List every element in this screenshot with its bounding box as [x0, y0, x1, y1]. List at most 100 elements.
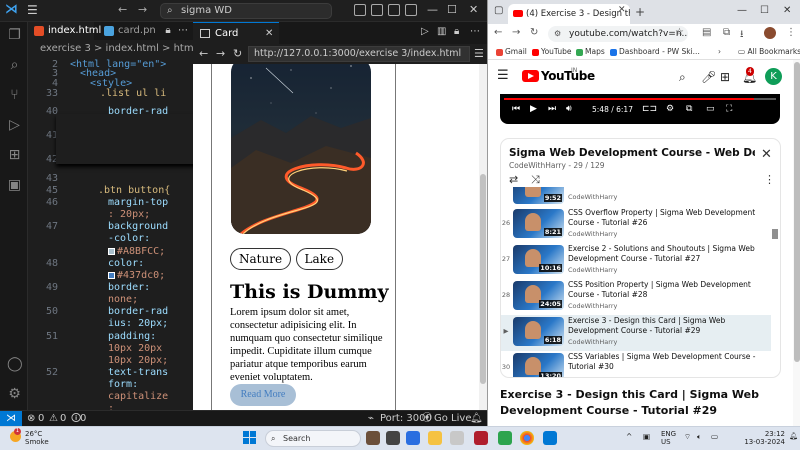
close-tab-icon[interactable]: ✕ [265, 23, 273, 45]
battery-icon[interactable]: ▭ [711, 432, 718, 441]
toggle-sidebar-icon[interactable] [354, 4, 366, 16]
next-icon[interactable]: ⏭ [548, 104, 556, 114]
youtube-logo[interactable]: YouTube [522, 69, 595, 83]
code-line[interactable]: border-rad [108, 306, 168, 317]
app-tray-icon[interactable]: ▣ [643, 432, 650, 441]
playlist-item[interactable]: 26 8:21 CSS Overflow Property | Sigma Web … [501, 207, 771, 243]
scrollbar-thumb[interactable] [772, 229, 778, 239]
tab-card-png[interactable]: card.pn [98, 22, 158, 40]
file-explorer-icon[interactable] [428, 431, 442, 445]
video-thumbnail[interactable]: 13:20 [513, 353, 564, 377]
channel-name[interactable]: CodeWithHarry [568, 193, 617, 201]
video-thumbnail[interactable]: 24:05 [513, 281, 564, 310]
downloads-icon[interactable]: ⭳ [740, 27, 744, 44]
code-line[interactable]: text-trans [108, 367, 168, 378]
captions-icon[interactable]: ⊏⊐ [642, 104, 657, 114]
forward-arrow-icon[interactable]: → [512, 27, 520, 38]
close-icon[interactable]: ✕ [783, 5, 791, 16]
tag-lake[interactable]: Lake [295, 248, 344, 270]
scrollbar-thumb[interactable] [480, 174, 486, 384]
avatar[interactable]: K [765, 68, 782, 85]
channel-name[interactable]: CodeWithHarry [568, 338, 617, 346]
taskbar-search[interactable]: ⌕ Search [265, 430, 361, 447]
go-live-button[interactable]: Go Live [434, 411, 471, 426]
code-line[interactable]: 10px 20px [108, 343, 162, 354]
chrome-taskbar-icon[interactable] [520, 431, 534, 445]
extensions-icon[interactable]: ⊞ [7, 148, 22, 163]
clock[interactable]: 23:12 13-03-2024 [735, 430, 785, 446]
url-input[interactable]: http://127.0.0.1:3000/exercise 3/index.h… [248, 46, 470, 62]
search-icon[interactable]: ⌕ [679, 70, 686, 85]
explorer-icon[interactable]: ❐ [7, 28, 22, 43]
weather-widget[interactable]: 1 26°C Smoke [10, 428, 49, 446]
code-line[interactable]: margin-top [108, 197, 168, 208]
toggle-secondary-sidebar-icon[interactable] [388, 4, 400, 16]
video-title[interactable]: Exercise 2 - Solutions and Shoutouts | S… [568, 244, 768, 264]
video-title[interactable]: CSS Variables | Sigma Web Development Co… [568, 352, 768, 372]
hamburger-menu-icon[interactable]: ☰ [27, 3, 38, 17]
code-line[interactable]: #437dc0; [108, 270, 165, 281]
tab-index-html[interactable]: index.html [28, 22, 101, 40]
code-line[interactable]: background [108, 221, 168, 232]
close-icon[interactable]: ✕ [469, 3, 478, 16]
tab-card[interactable]: Card ✕ [193, 22, 279, 44]
minimize-icon[interactable]: — [427, 3, 438, 16]
close-icon[interactable]: ✕ [761, 147, 772, 162]
video-thumbnail[interactable]: 9:52 [513, 187, 564, 204]
color-swatch[interactable] [108, 247, 115, 255]
back-arrow-icon[interactable]: ← [494, 27, 502, 38]
playlist-scrollbar[interactable] [772, 187, 778, 375]
task-view-icon[interactable] [386, 431, 400, 445]
customize-layout-icon[interactable] [405, 4, 417, 16]
more-actions-icon[interactable]: ⋯ [178, 22, 193, 40]
tab-search-icon[interactable]: ▢ [494, 5, 503, 16]
new-tab-icon[interactable]: + [635, 5, 645, 19]
command-center-search[interactable]: ⌕ sigma WD [160, 3, 332, 19]
bookmark-gmail[interactable]: Gmail [496, 44, 527, 60]
channel-name[interactable]: CodeWithHarry [568, 302, 617, 310]
all-bookmarks[interactable]: ▭ All Bookmarks [738, 44, 800, 60]
maximize-icon[interactable]: ☐ [760, 5, 769, 16]
info-count[interactable]: 0 [80, 411, 86, 426]
bookmark-maps[interactable]: Maps [576, 44, 605, 60]
video-player[interactable]: ⏮ ▶ ⏭ 🔊︎ 5:48 / 6:17 ⊏⊐ ⚙ ⧉ ▭ ⛶ [500, 94, 780, 124]
notifications-bell-icon[interactable]: 🔔︎ [789, 432, 798, 440]
color-swatch[interactable] [108, 271, 115, 279]
wifi-icon[interactable]: ⌔ [684, 432, 691, 442]
scrollbar-thumb[interactable] [794, 62, 800, 362]
video-title[interactable]: CSS Overflow Property | Sigma Web Develo… [568, 208, 768, 228]
toggle-panel-icon[interactable] [371, 4, 383, 16]
extension-icon[interactable]: ▤ [702, 27, 711, 38]
address-bar[interactable]: ⚙ youtube.com/watch?v=n... [548, 26, 688, 42]
account-icon[interactable]: ◯ [7, 357, 23, 372]
warning-count[interactable]: 0 [60, 411, 66, 426]
playlist-title[interactable]: Sigma Web Development Course - Web Devel… [509, 147, 755, 159]
chevron-right-icon[interactable]: › [718, 44, 721, 60]
code-line[interactable]: padding: [108, 331, 156, 342]
back-arrow-icon[interactable]: ← [118, 3, 127, 16]
browser-scrollbar[interactable] [479, 64, 487, 410]
breadcrumb[interactable]: exercise 3 > index.html > html [28, 41, 193, 57]
lock-icon[interactable]: 🔒︎ [158, 22, 178, 40]
channel-name[interactable]: CodeWithHarry [568, 230, 617, 238]
video-thumbnail[interactable]: 8:21 [513, 209, 564, 238]
reload-icon[interactable]: ↻ [530, 27, 538, 38]
profile-avatar[interactable] [764, 27, 776, 39]
settings-gear-icon[interactable]: ⚙ [7, 387, 22, 402]
extension-puzzle-icon[interactable]: ⧉ [723, 27, 730, 38]
code-line[interactable]: ; [108, 403, 114, 410]
code-line[interactable]: capitalize [108, 391, 168, 402]
back-arrow-icon[interactable]: ← [199, 47, 208, 60]
bookmark-youtube[interactable]: YouTube [532, 44, 572, 60]
play-icon[interactable]: ▶ [530, 104, 537, 114]
video-thumbnail[interactable]: 10:16 [513, 245, 564, 274]
code-line[interactable]: ius: 20px; [108, 318, 168, 329]
fullscreen-icon[interactable]: ⛶ [726, 104, 732, 114]
code-line[interactable]: color: [108, 258, 144, 269]
channel-name[interactable]: CodeWithHarry [568, 266, 617, 274]
code-line[interactable]: border: [108, 282, 150, 293]
miniplayer-icon[interactable]: ⧉ [686, 104, 692, 114]
open-external-icon[interactable]: ☰ [474, 47, 484, 60]
microphone-icon[interactable]: 🎤︎ [701, 70, 716, 84]
code-line[interactable]: -color: [108, 233, 150, 244]
